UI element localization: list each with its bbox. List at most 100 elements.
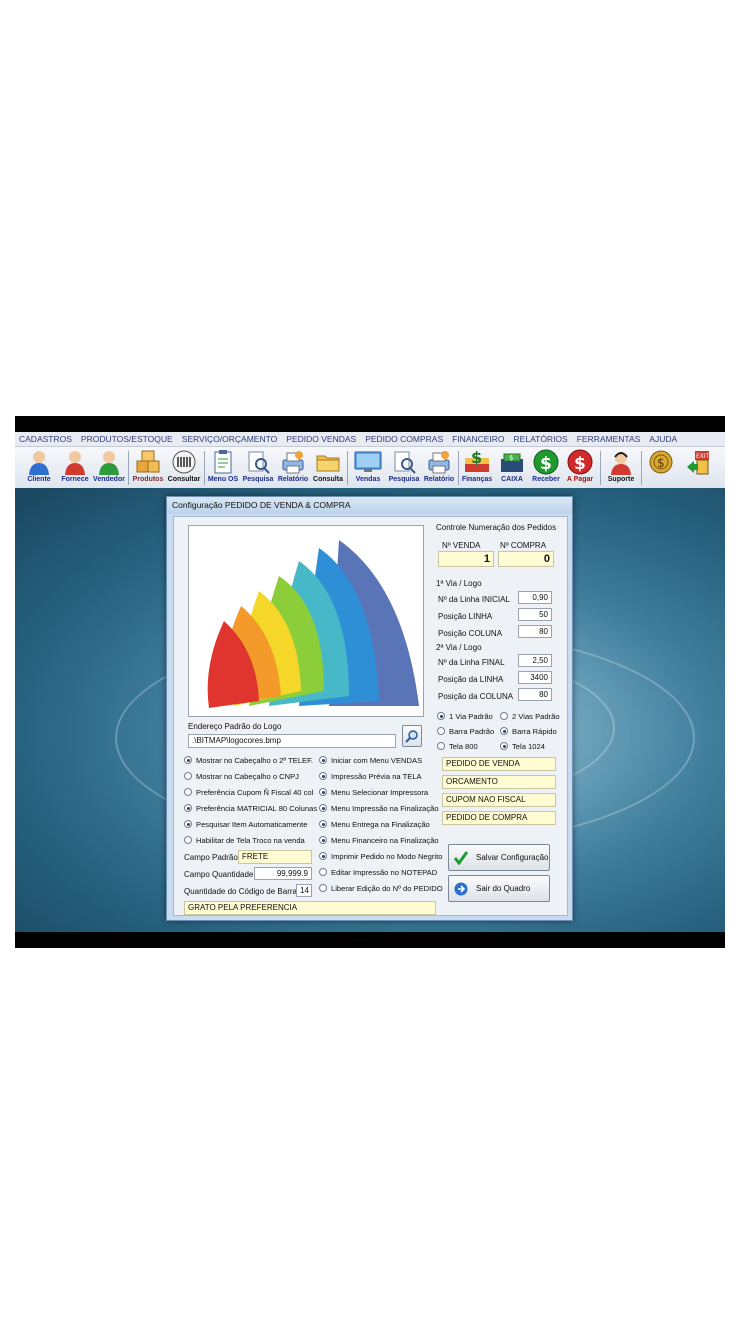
option-selecionar-impressora[interactable]: Menu Selecionar Impressora (319, 786, 428, 798)
radio-tela-1024[interactable]: Tela 1024 (500, 740, 545, 752)
option-liberar-edicao[interactable]: Liberar Edição do Nº do PEDIDO (319, 882, 443, 894)
campo-quantidade-input[interactable]: 99,999.9 (254, 867, 312, 880)
radio-icon (500, 712, 508, 720)
linha-final-label: Nº da Linha FINAL (438, 658, 505, 667)
radio-icon (319, 836, 327, 844)
menu-os-label: Menu OS (207, 476, 239, 483)
option-iniciar-vendas[interactable]: Iniciar com Menu VENDAS (319, 754, 422, 766)
receber-button[interactable]: $ Receber (529, 449, 563, 487)
dialog-title: Configuração PEDIDO DE VENDA & COMPRA (167, 497, 572, 514)
menu-os-button[interactable]: Menu OS (205, 449, 241, 487)
svg-text:EXIT: EXIT (696, 453, 710, 460)
toolbar-separator (641, 451, 642, 485)
radio-2-vias[interactable]: 2 Vias Padrão (500, 710, 560, 722)
radio-1-via[interactable]: 1 Via Padrão (437, 710, 493, 722)
suporte-button[interactable]: Suporte (603, 449, 639, 487)
coins-button[interactable]: $ (647, 449, 675, 487)
title-orcamento-input[interactable]: ORCAMENTO (442, 775, 556, 789)
venda-number-field[interactable]: 1 (438, 551, 494, 567)
exit-icon: EXIT (685, 449, 711, 475)
option-label: Mostrar no Cabeçalho o 2º TELEF. (196, 755, 314, 765)
option-label: Mostrar no Cabeçalho o CNPJ (196, 771, 299, 781)
menu-servico-orcamento[interactable]: SERVIÇO/ORÇAMENTO (182, 434, 278, 444)
save-config-button[interactable]: Salvar Configuração (448, 844, 550, 871)
menu-pedido-compras[interactable]: PEDIDO COMPRAS (365, 434, 443, 444)
title-pedido-compra-input[interactable]: PEDIDO DE COMPRA (442, 811, 556, 825)
radio-barra-rapido[interactable]: Barra Rápido (500, 725, 557, 737)
title-pedido-venda-input[interactable]: PEDIDO DE VENDA (442, 757, 556, 771)
controle-title: Controle Numeração dos Pedidos (436, 523, 557, 532)
logo-path-input[interactable]: .\BITMAP\logocores.bmp (188, 734, 396, 748)
via2-posicao-linha-input[interactable]: 3400 (518, 671, 552, 684)
option-pesquisar-auto[interactable]: Pesquisar Item Automaticamente (184, 818, 307, 830)
option-entrega-finalizacao[interactable]: Menu Entrega na Finalização (319, 818, 430, 830)
caixa-button[interactable]: $ CAIXA (495, 449, 529, 487)
menu-produtos-estoque[interactable]: PRODUTOS/ESTOQUE (81, 434, 173, 444)
via1-posicao-coluna-input[interactable]: 80 (518, 625, 552, 638)
via1-posicao-linha-input[interactable]: 50 (518, 608, 552, 621)
title-cupom-input[interactable]: CUPOM NAO FISCAL (442, 793, 556, 807)
option-label: Preferência Cupom Ñ Fiscal 40 col (196, 787, 314, 797)
option-label: Barra Padrão (449, 726, 495, 736)
menu-ajuda[interactable]: AJUDA (649, 434, 677, 444)
exit-dialog-button[interactable]: Sair do Quadro (448, 875, 550, 902)
via1-posicao-coluna-label: Posição COLUNA (438, 629, 503, 638)
via2-posicao-coluna-input[interactable]: 80 (518, 688, 552, 701)
relatorio-os-button[interactable]: Relatório (275, 449, 311, 487)
vendedor-button[interactable]: Vendedor (91, 449, 127, 487)
via1-title: 1ª Via / Logo (436, 579, 482, 588)
radio-icon (184, 804, 192, 812)
pesquisa-os-button[interactable]: Pesquisa (241, 449, 275, 487)
codigo-barras-input[interactable]: 14 (296, 884, 312, 897)
menu-cadastros[interactable]: CADASTROS (19, 434, 72, 444)
toolbar: Cliente Fornece Vendedor Produtos Consul… (15, 447, 725, 489)
option-modo-negrito[interactable]: Imprimir Pedido no Modo Negrito (319, 850, 442, 862)
linha-final-input[interactable]: 2,50 (518, 654, 552, 667)
menu-ferramentas[interactable]: FERRAMENTAS (577, 434, 641, 444)
option-impressao-finalizacao[interactable]: Menu Impressão na Finalização (319, 802, 439, 814)
consultar-button[interactable]: Consultar (165, 449, 203, 487)
option-label: Habilitar de Tela Troco na venda (196, 835, 305, 845)
radio-icon (184, 772, 192, 780)
relatorio-vendas-button[interactable]: Relatório (421, 449, 457, 487)
option-cupom-40col[interactable]: Preferência Cupom Ñ Fiscal 40 col (184, 786, 313, 798)
a-pagar-button[interactable]: $ A Pagar (563, 449, 597, 487)
option-mostrar-telef[interactable]: Mostrar no Cabeçalho o 2º TELEF. (184, 754, 313, 766)
option-notepad[interactable]: Editar Impressão no NOTEPAD (319, 866, 437, 878)
option-tela-troco[interactable]: Habilitar de Tela Troco na venda (184, 834, 305, 846)
browse-logo-button[interactable] (402, 725, 422, 747)
cliente-button[interactable]: Cliente (21, 449, 57, 487)
option-financeiro-finalizacao[interactable]: Menu Financeiro na Finalização (319, 834, 439, 846)
fornecedor-button[interactable]: Fornece (57, 449, 93, 487)
option-label: Barra Rápido (512, 726, 557, 736)
radio-barra-padrao[interactable]: Barra Padrão (437, 725, 494, 737)
option-label: Menu Entrega na Finalização (331, 819, 430, 829)
option-impressao-previa[interactable]: Impressão Prévia na TELA (319, 770, 422, 782)
footer-text-input[interactable]: GRATO PELA PREFERENCIA (184, 901, 436, 915)
toolbar-separator (347, 451, 348, 485)
option-matricial-80[interactable]: Preferência MATRICIAL 80 Colunas (184, 802, 317, 814)
svg-text:$: $ (471, 449, 482, 467)
produtos-button[interactable]: Produtos (130, 449, 166, 487)
dollar-red-icon: $ (567, 449, 593, 475)
linha-inicial-label: Nº da Linha INICIAL (438, 595, 510, 604)
radio-tela-800[interactable]: Tela 800 (437, 740, 478, 752)
campo-padrao-input[interactable]: FRETE (238, 850, 312, 864)
option-label: 1 Via Padrão (449, 711, 493, 721)
consulta-button[interactable]: Consulta (311, 449, 345, 487)
vendas-button[interactable]: Vendas (349, 449, 387, 487)
toolbar-separator (128, 451, 129, 485)
compra-number-field[interactable]: 0 (498, 551, 554, 567)
linha-inicial-input[interactable]: 0,90 (518, 591, 552, 604)
venda-number-label: Nº VENDA (442, 541, 481, 550)
option-label: Iniciar com Menu VENDAS (331, 755, 423, 765)
option-mostrar-cnpj[interactable]: Mostrar no Cabeçalho o CNPJ (184, 770, 299, 782)
menu-pedido-vendas[interactable]: PEDIDO VENDAS (286, 434, 356, 444)
menu-relatorios[interactable]: RELATÓRIOS (514, 434, 568, 444)
person-icon (96, 449, 122, 475)
exit-button[interactable]: EXIT (681, 449, 715, 487)
svg-text:$: $ (540, 454, 552, 474)
pesquisa-vendas-button[interactable]: Pesquisa (387, 449, 421, 487)
financas-button[interactable]: $ Finanças (459, 448, 495, 487)
menu-financeiro[interactable]: FINANCEIRO (452, 434, 504, 444)
